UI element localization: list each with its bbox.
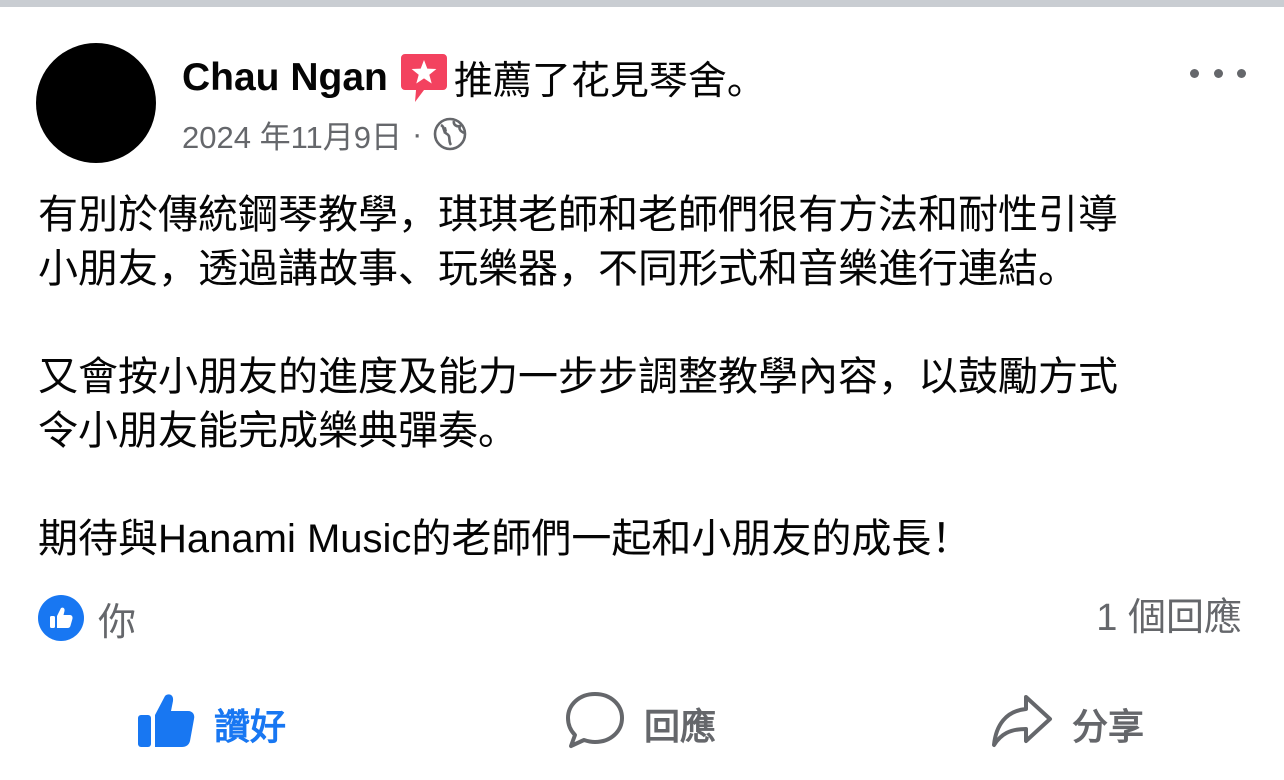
- post-body: 有別於傳統鋼琴教學，琪琪老師和老師們很有方法和耐性引導 小朋友，透過講故事、玩樂…: [38, 188, 1253, 566]
- like-label: 讚好: [214, 706, 287, 747]
- like-icon: [136, 691, 196, 758]
- post-date[interactable]: 2024 年11月9日: [182, 112, 402, 157]
- post-text-line: 令小朋友能完成樂典彈奏。: [38, 409, 518, 453]
- recommend-text: 推薦了花見琴舍。: [453, 60, 766, 103]
- top-divider: [0, 0, 1284, 7]
- comment-icon: [564, 690, 626, 759]
- more-options-icon[interactable]: [1190, 58, 1246, 88]
- author-avatar[interactable]: [36, 43, 156, 163]
- post-text-line: 期待與Hanami Music的老師們一起和小朋友的成長！: [38, 517, 972, 561]
- share-label: 分享: [1072, 706, 1145, 747]
- like-button[interactable]: 讚好: [136, 690, 286, 758]
- comment-button[interactable]: 回應: [564, 690, 716, 758]
- post-header: Chau Ngan 推薦了花見琴舍。: [182, 50, 766, 106]
- like-reaction-icon: [38, 595, 84, 641]
- reaction-names: 你: [98, 601, 137, 644]
- post-text-line: 小朋友，透過講故事、玩樂器，不同形式和音樂進行連結。: [38, 247, 1078, 291]
- author-name[interactable]: Chau Ngan: [182, 56, 388, 100]
- dot: [1190, 68, 1199, 78]
- share-button[interactable]: 分享: [990, 690, 1144, 758]
- share-icon: [990, 691, 1054, 758]
- meta-separator: ·: [412, 116, 423, 151]
- reaction-summary[interactable]: 你: [38, 594, 136, 644]
- post-meta: 2024 年11月9日 ·: [182, 112, 468, 156]
- dot: [1237, 68, 1246, 78]
- comment-label: 回應: [644, 706, 717, 747]
- dot: [1213, 68, 1223, 78]
- post-text-line: 有別於傳統鋼琴教學，琪琪老師和老師們很有方法和耐性引導: [38, 193, 1118, 237]
- recommendation-star-icon: [400, 50, 448, 106]
- globe-icon: [432, 116, 468, 152]
- post-text-line: 又會按小朋友的進度及能力一步步調整教學內容，以鼓勵方式: [38, 355, 1118, 399]
- comment-count[interactable]: 1 個回應: [1096, 594, 1242, 642]
